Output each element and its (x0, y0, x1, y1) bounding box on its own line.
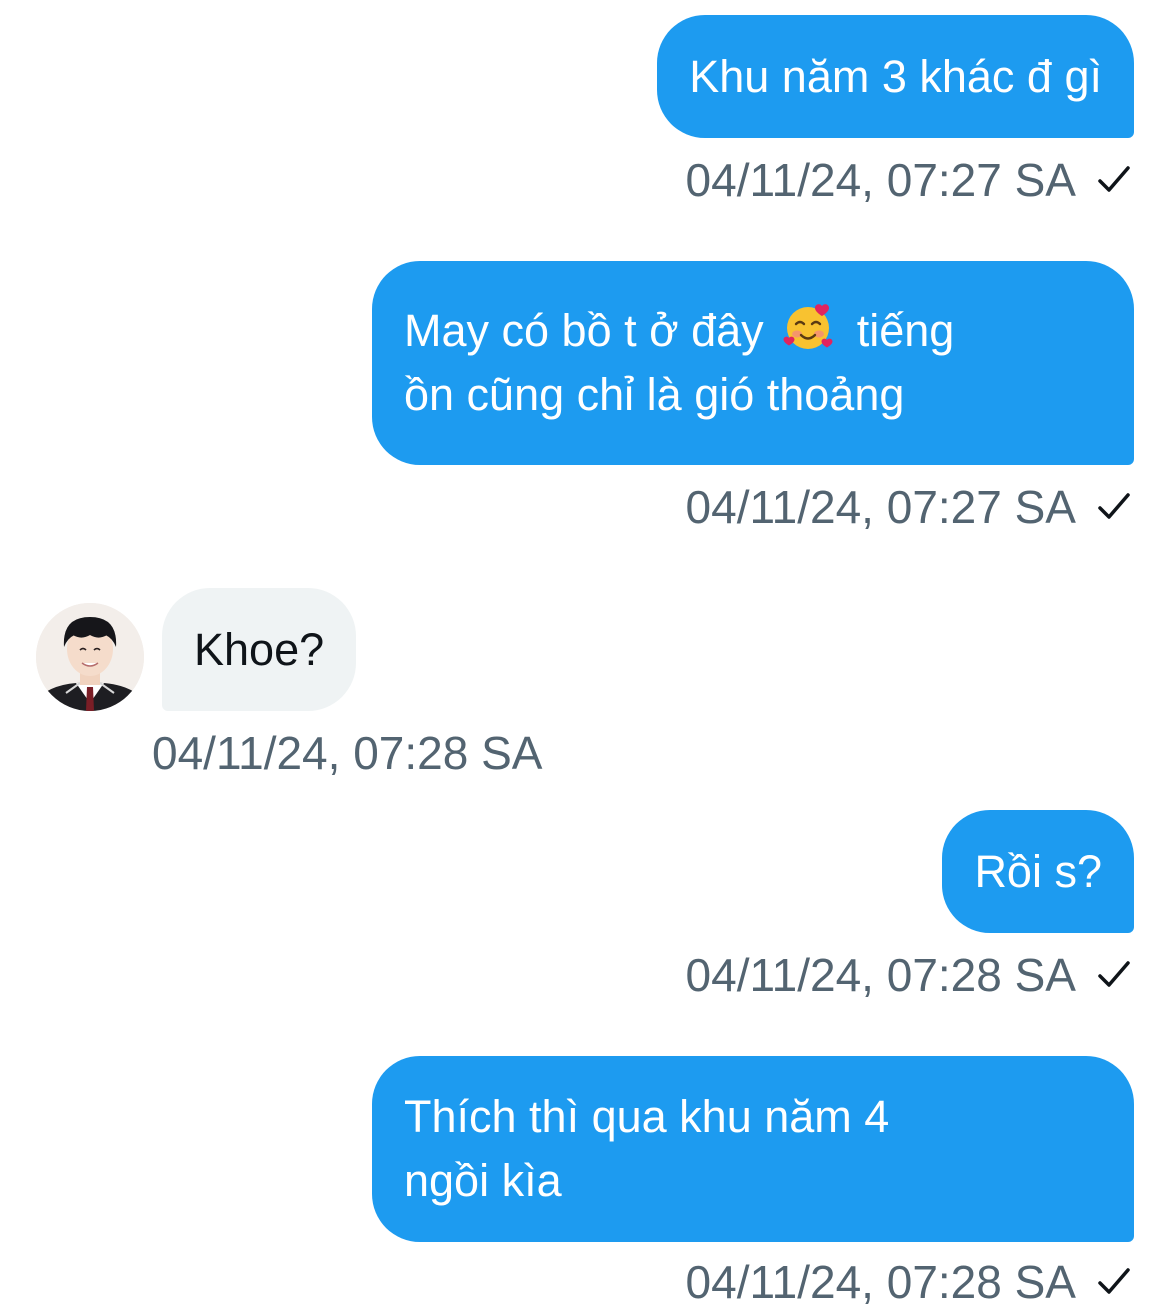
message-text: ngồi kìa (404, 1155, 562, 1206)
message-meta: 04/11/24, 07:27 SA (686, 477, 1134, 537)
message-meta: 04/11/24, 07:28 SA (686, 945, 1134, 1005)
message-text: ồn cũng chỉ là gió thoảng (404, 369, 905, 420)
message-timestamp: 04/11/24, 07:27 SA (685, 481, 1076, 533)
message-timestamp: 04/11/24, 07:28 SA (685, 949, 1076, 1001)
checkmark-icon (1098, 961, 1130, 987)
message-meta: 04/11/24, 07:28 SA (152, 723, 542, 783)
message-bubble-outgoing[interactable]: Rồi s? (942, 810, 1134, 933)
message-text: Khu năm 3 khác đ gì (689, 50, 1102, 102)
message-meta: 04/11/24, 07:27 SA (686, 150, 1134, 210)
message-text: tiếng (856, 305, 955, 356)
avatar-image (36, 603, 144, 711)
message-text: Thích thì qua khu năm 4 (404, 1091, 890, 1142)
message-text: May có bồ t ở đây (404, 305, 764, 356)
smiling-face-with-hearts-icon (783, 304, 833, 349)
message-text: Rồi s? (974, 845, 1102, 897)
message-timestamp: 04/11/24, 07:27 SA (685, 154, 1076, 206)
user-avatar[interactable] (36, 603, 144, 711)
message-meta: 04/11/24, 07:28 SA (686, 1252, 1134, 1312)
message-bubble-outgoing[interactable]: May có bồ t ở đây tiếng ồn cũng chỉ là g… (372, 261, 1134, 465)
message-timestamp: 04/11/24, 07:28 SA (685, 1256, 1076, 1308)
message-bubble-outgoing[interactable]: Thích thì qua khu năm 4 ngồi kìa (372, 1056, 1134, 1242)
message-timestamp: 04/11/24, 07:28 SA (152, 727, 543, 779)
message-bubble-outgoing[interactable]: Khu năm 3 khác đ gì (657, 15, 1134, 138)
message-bubble-incoming[interactable]: Khoe? (162, 588, 357, 711)
message-text-line-1: May có bồ t ở đây tiếng (404, 299, 1102, 363)
checkmark-icon (1098, 1268, 1130, 1294)
checkmark-icon (1098, 166, 1130, 192)
message-text: Khoe? (194, 623, 325, 675)
checkmark-icon (1098, 493, 1130, 519)
